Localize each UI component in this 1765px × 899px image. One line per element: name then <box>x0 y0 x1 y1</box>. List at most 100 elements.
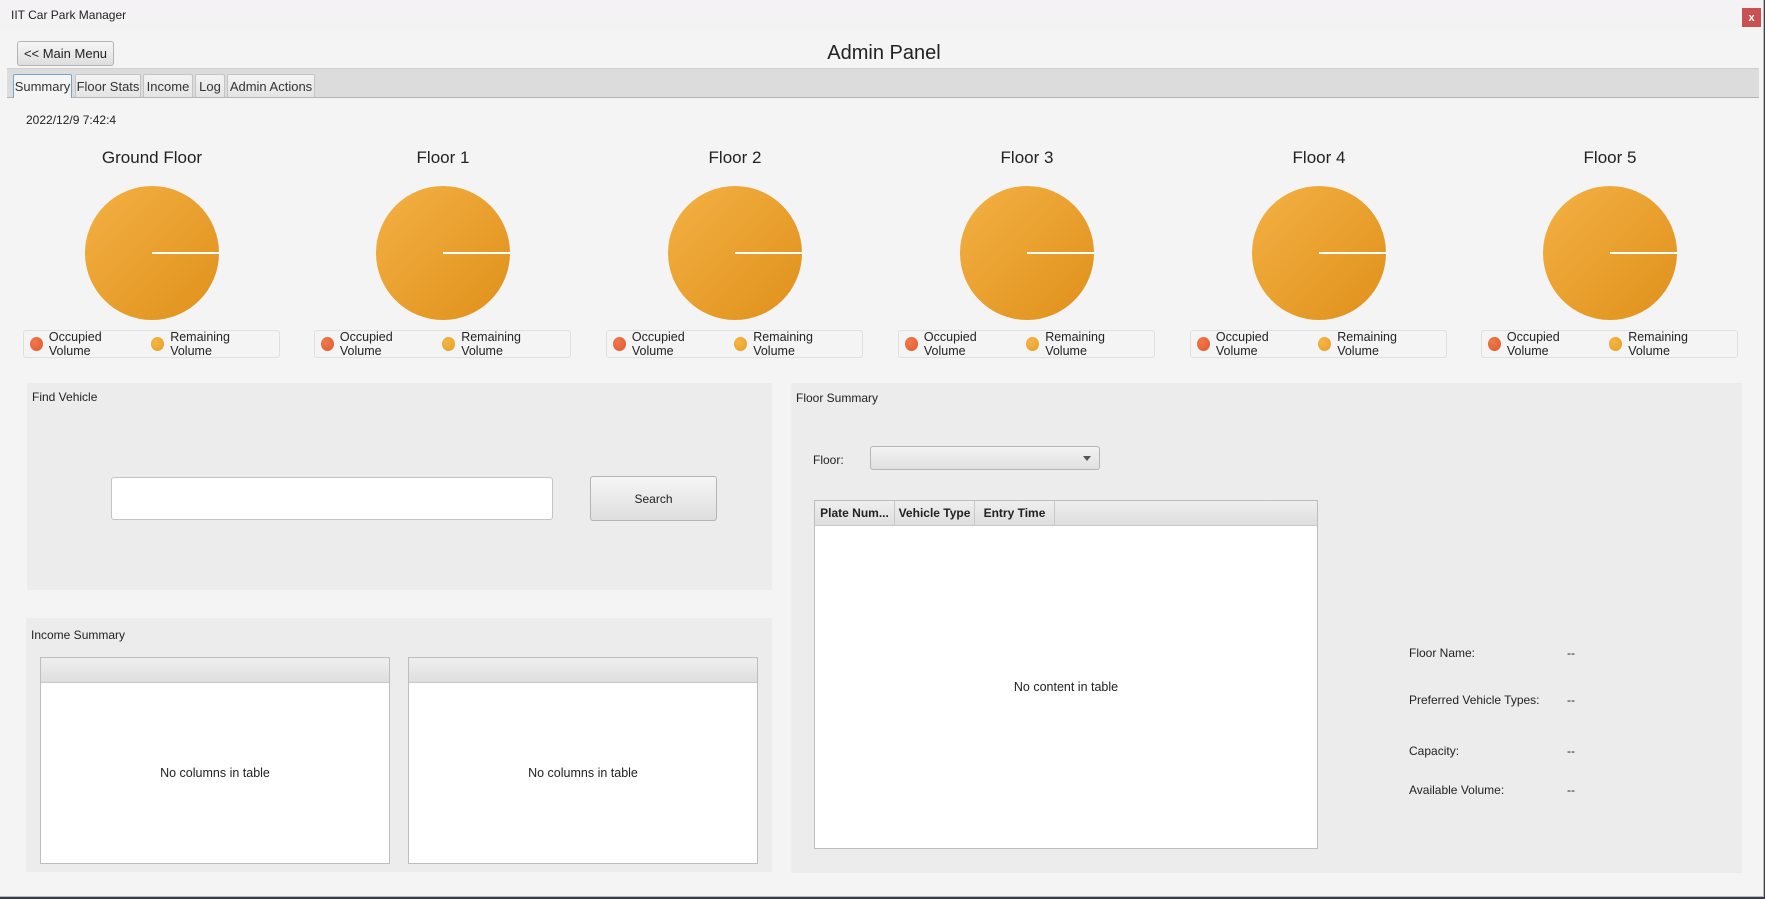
pie-title: Floor 4 <box>1292 148 1346 167</box>
legend-swatch-occupied <box>1488 337 1501 351</box>
pie-graphic <box>1543 186 1677 320</box>
legend-label: Occupied Volume <box>339 330 393 358</box>
legend-item-occupied: Occupied Volume <box>1488 330 1597 358</box>
tab-admin-actions[interactable]: Admin Actions <box>227 74 315 97</box>
column-header-vehicle-type[interactable]: Vehicle Type <box>895 501 975 525</box>
legend-item-occupied: Occupied Volume <box>1197 330 1306 358</box>
legend-item-remaining: Remaining Volume <box>442 330 558 358</box>
pie-legend: Occupied Volume Remaining Volume <box>314 330 571 358</box>
legend-item-remaining: Remaining Volume <box>1609 330 1725 358</box>
pie-chart-floor-2: Floor 2 Occupied Volume Remaining Volume <box>595 148 875 363</box>
pie-chart-floor-5: Floor 5 Occupied Volume Remaining Volume <box>1470 148 1750 363</box>
table-placeholder: No columns in table <box>528 765 638 780</box>
legend-swatch-remaining <box>734 337 748 351</box>
legend-label: Occupied Volume <box>1215 330 1269 358</box>
column-header-plate-number[interactable]: Plate Num... <box>815 501 895 525</box>
legend-label: Remaining Volume <box>461 330 521 358</box>
legend-item-remaining: Remaining Volume <box>1318 330 1434 358</box>
tab-bar: Summary Floor Stats Income Log Admin Act… <box>7 68 1759 98</box>
floor-name-value: -- <box>1567 646 1575 660</box>
floor-summary-panel: Floor Summary Floor: Plate Num... Vehicl… <box>791 383 1742 873</box>
legend-label: Occupied Volume <box>1506 330 1560 358</box>
legend-item-occupied: Occupied Volume <box>613 330 722 358</box>
pie-title: Floor 5 <box>1583 148 1637 167</box>
legend-label: Occupied Volume <box>48 330 102 358</box>
legend-item-occupied: Occupied Volume <box>905 330 1014 358</box>
pie-legend: Occupied Volume Remaining Volume <box>898 330 1155 358</box>
tab-log[interactable]: Log <box>195 74 225 97</box>
pie-chart-floor-3: Floor 3 Occupied Volume Remaining Volume <box>887 148 1167 363</box>
legend-item-remaining: Remaining Volume <box>151 330 267 358</box>
app-title: IIT Car Park Manager <box>11 8 127 22</box>
pie-legend: Occupied Volume Remaining Volume <box>1481 330 1738 358</box>
legend-swatch-remaining <box>1026 337 1040 351</box>
legend-label: Remaining Volume <box>170 330 230 358</box>
legend-swatch-remaining <box>1609 337 1623 351</box>
table-header <box>409 658 757 683</box>
legend-swatch-occupied <box>321 337 334 351</box>
pie-title: Ground Floor <box>101 148 203 167</box>
legend-swatch-occupied <box>1197 337 1210 351</box>
floor-select-dropdown[interactable] <box>870 446 1100 470</box>
column-header-entry-time[interactable]: Entry Time <box>975 501 1055 525</box>
legend-swatch-remaining <box>1318 337 1332 351</box>
capacity-value: -- <box>1567 744 1575 758</box>
floor-name-label: Floor Name: <box>1409 646 1476 660</box>
legend-item-remaining: Remaining Volume <box>1026 330 1142 358</box>
pie-legend: Occupied Volume Remaining Volume <box>606 330 863 358</box>
pie-chart-floor-1: Floor 1 Occupied Volume Remaining Volume <box>303 148 583 363</box>
preferred-vehicle-types-label: Preferred Vehicle Types: <box>1409 693 1540 707</box>
table-placeholder: No content in table <box>1013 679 1119 694</box>
floor-summary-title: Floor Summary <box>796 391 879 405</box>
tab-floor-stats[interactable]: Floor Stats <box>75 74 141 97</box>
table-placeholder: No columns in table <box>160 765 270 780</box>
legend-label: Remaining Volume <box>1628 330 1688 358</box>
table-header: Plate Num... Vehicle Type Entry Time <box>815 501 1317 526</box>
tab-summary[interactable]: Summary <box>13 74 72 98</box>
legend-swatch-occupied <box>30 337 43 351</box>
title-bar: IIT Car Park Manager x <box>0 0 1763 30</box>
chevron-down-icon <box>1083 456 1091 461</box>
pie-legend: Occupied Volume Remaining Volume <box>1190 330 1447 358</box>
tab-income[interactable]: Income <box>143 74 193 97</box>
vehicle-search-input[interactable] <box>111 477 553 520</box>
pie-chart-ground-floor: Ground Floor Occupied Volume Remaining V… <box>12 148 292 363</box>
legend-swatch-occupied <box>905 337 918 351</box>
search-button[interactable]: Search <box>590 476 717 521</box>
timestamp: 2022/12/9 7:42:4 <box>26 113 117 127</box>
preferred-vehicle-types-value: -- <box>1567 693 1575 707</box>
available-volume-value: -- <box>1567 783 1575 797</box>
legend-label: Occupied Volume <box>631 330 685 358</box>
legend-swatch-occupied <box>613 337 626 351</box>
pie-graphic <box>1252 186 1386 320</box>
legend-swatch-remaining <box>151 337 165 351</box>
page-title: Admin Panel <box>827 42 941 64</box>
pie-graphic <box>668 186 802 320</box>
table-header <box>41 658 389 683</box>
capacity-label: Capacity: <box>1409 744 1460 758</box>
pie-chart-floor-4: Floor 4 Occupied Volume Remaining Volume <box>1179 148 1459 363</box>
find-vehicle-panel: Find Vehicle Search <box>27 383 772 590</box>
pie-legend: Occupied Volume Remaining Volume <box>23 330 280 358</box>
pie-title: Floor 1 <box>416 148 470 167</box>
legend-item-occupied: Occupied Volume <box>30 330 139 358</box>
vehicles-table[interactable]: Plate Num... Vehicle Type Entry Time No … <box>814 500 1318 849</box>
income-summary-panel: Income Summary No columns in table No co… <box>26 618 772 872</box>
pie-title: Floor 2 <box>708 148 762 167</box>
legend-label: Occupied Volume <box>923 330 977 358</box>
close-button[interactable]: x <box>1742 8 1761 27</box>
legend-label: Remaining Volume <box>1045 330 1105 358</box>
app-window: IIT Car Park Manager x << Main Menu Admi… <box>0 0 1764 897</box>
legend-label: Remaining Volume <box>1337 330 1397 358</box>
close-icon: x <box>1748 11 1755 24</box>
legend-label: Remaining Volume <box>753 330 813 358</box>
legend-swatch-remaining <box>442 337 456 351</box>
floor-select-label: Floor: <box>813 453 844 467</box>
income-table-left[interactable]: No columns in table <box>40 657 390 864</box>
income-table-right[interactable]: No columns in table <box>408 657 758 864</box>
available-volume-label: Available Volume: <box>1409 783 1505 797</box>
income-summary-title: Income Summary <box>31 628 126 642</box>
find-vehicle-title: Find Vehicle <box>32 390 98 404</box>
pie-graphic <box>85 186 219 320</box>
pie-graphic <box>960 186 1094 320</box>
